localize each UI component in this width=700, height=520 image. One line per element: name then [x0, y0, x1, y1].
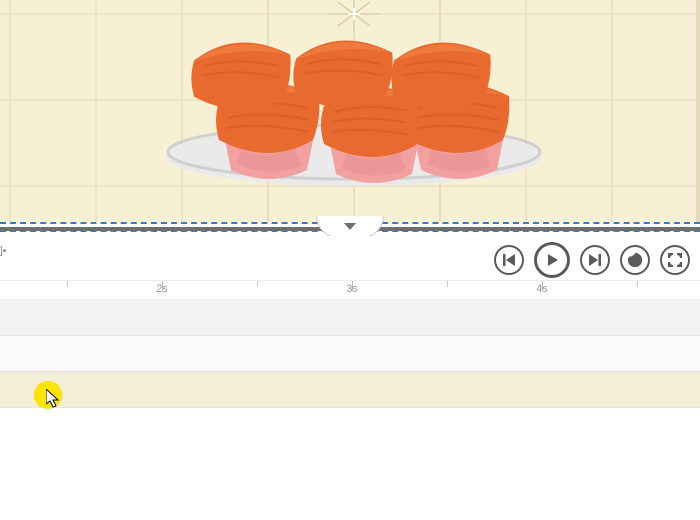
- skip-back-icon: [502, 253, 516, 267]
- ruler-tick: [447, 281, 448, 287]
- canvas-right-gutter: [696, 0, 700, 222]
- animation-canvas[interactable]: [0, 0, 700, 222]
- expand-icon: [668, 253, 682, 267]
- loop-button[interactable]: [620, 245, 650, 275]
- timeline-empty-area: [0, 408, 700, 520]
- timeline-origin-marker: ]•: [0, 246, 6, 257]
- fullscreen-button[interactable]: [660, 245, 690, 275]
- track-row[interactable]: [0, 372, 700, 408]
- cursor-arrow-icon: [46, 389, 62, 409]
- track-row[interactable]: [0, 336, 700, 372]
- skip-forward-icon: [588, 253, 602, 267]
- timeline-tracks: [0, 300, 700, 408]
- skip-back-button[interactable]: [494, 245, 524, 275]
- canvas-svg: [0, 0, 700, 222]
- transport-bar: ]•: [0, 236, 700, 280]
- time-ruler[interactable]: 2s 3s 4s: [0, 280, 700, 300]
- ruler-tick: [67, 281, 68, 287]
- ruler-tick: [637, 281, 638, 287]
- ruler-tick: [257, 281, 258, 287]
- artwork-sushi-group[interactable]: [191, 41, 509, 183]
- loop-icon: [627, 252, 643, 268]
- collapse-timeline-handle[interactable]: [316, 216, 384, 238]
- transform-pivot-icon[interactable]: [328, 0, 380, 32]
- ruler-tick-major: [162, 281, 163, 291]
- panel-divider[interactable]: [0, 222, 700, 236]
- ruler-tick-major: [542, 281, 543, 291]
- track-row[interactable]: [0, 300, 700, 336]
- skip-forward-button[interactable]: [580, 245, 610, 275]
- ruler-tick-major: [352, 281, 353, 291]
- play-icon: [544, 252, 560, 268]
- play-button[interactable]: [534, 242, 570, 278]
- chevron-down-icon: [344, 223, 356, 230]
